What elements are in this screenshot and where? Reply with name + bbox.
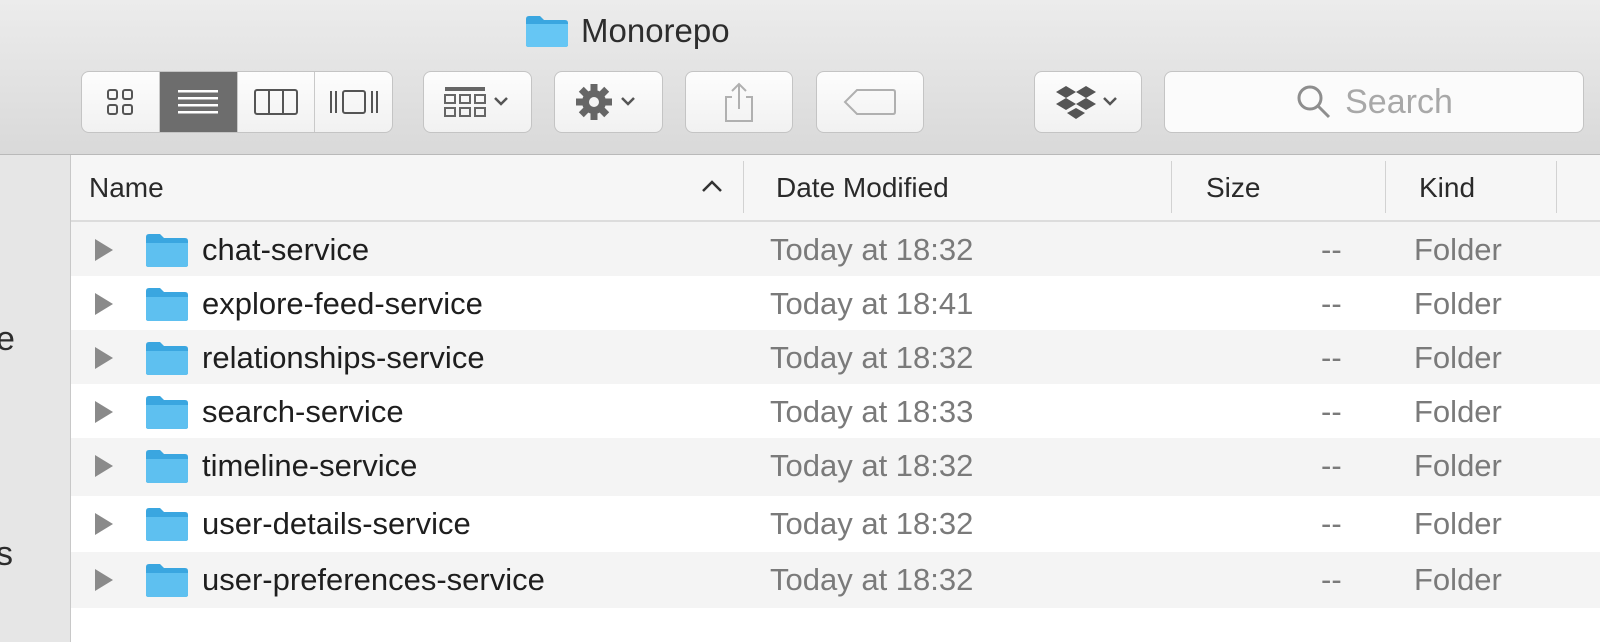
search-placeholder: Search: [1345, 82, 1453, 121]
search-field[interactable]: Search: [1164, 71, 1584, 133]
sidebar-item-fragment[interactable]: s: [0, 535, 13, 574]
cover-flow-view-button[interactable]: [315, 72, 392, 132]
folder-icon: [146, 564, 188, 597]
folder-icon: [526, 16, 568, 47]
disclosure-triangle-icon[interactable]: [95, 239, 113, 261]
folder-icon: [146, 342, 188, 375]
dropbox-button[interactable]: [1034, 71, 1142, 133]
file-list: chat-service Today at 18:32 -- Folder explor…: [71, 222, 1600, 608]
column-date-label: Date Modified: [776, 171, 949, 203]
disclosure-triangle-icon[interactable]: [95, 293, 113, 315]
window-title: Monorepo: [525, 12, 730, 50]
column-header-name[interactable]: Name: [89, 155, 729, 220]
folder-icon: [146, 234, 188, 267]
column-size-label: Size: [1206, 171, 1261, 203]
column-header: Name Date Modified Size Kind: [71, 155, 1600, 222]
column-separator[interactable]: [1556, 161, 1557, 213]
file-size: --: [1321, 286, 1342, 321]
column-view-button[interactable]: [238, 72, 316, 132]
file-kind: Folder: [1414, 340, 1502, 375]
column-header-date[interactable]: Date Modified: [776, 155, 949, 220]
date-modified: Today at 18:41: [770, 286, 974, 321]
action-button[interactable]: [554, 71, 663, 133]
file-kind: Folder: [1414, 506, 1502, 541]
folder-icon: [146, 508, 188, 541]
table-row[interactable]: timeline-service Today at 18:32 -- Folder: [71, 438, 1600, 496]
file-name: user-preferences-service: [202, 562, 545, 597]
table-row[interactable]: search-service Today at 18:33 -- Folder: [71, 384, 1600, 438]
icon-view-button[interactable]: [82, 72, 160, 132]
file-kind: Folder: [1414, 448, 1502, 483]
disclosure-triangle-icon[interactable]: [95, 455, 113, 477]
file-kind: Folder: [1414, 394, 1502, 429]
arrange-button[interactable]: [423, 71, 532, 133]
date-modified: Today at 18:32: [770, 340, 974, 375]
table-row[interactable]: user-details-service Today at 18:32 -- Fold…: [71, 496, 1600, 552]
column-header-kind[interactable]: Kind: [1419, 155, 1475, 220]
file-name: relationships-service: [202, 340, 485, 375]
window-title-text: Monorepo: [581, 12, 730, 49]
folder-icon: [146, 450, 188, 483]
list-view-icon: [178, 90, 219, 114]
date-modified: Today at 18:32: [770, 562, 974, 597]
toolbar: Monorepo Search: [0, 0, 1600, 155]
table-row[interactable]: explore-feed-service Today at 18:41 -- Fold…: [71, 276, 1600, 330]
column-name-label: Name: [89, 171, 164, 203]
list-view-button[interactable]: [159, 72, 238, 132]
disclosure-triangle-icon[interactable]: [95, 513, 113, 535]
date-modified: Today at 18:32: [770, 448, 974, 483]
file-name: explore-feed-service: [202, 286, 483, 321]
file-size: --: [1321, 448, 1342, 483]
file-size: --: [1321, 506, 1342, 541]
column-kind-label: Kind: [1419, 171, 1476, 203]
tag-icon: [843, 89, 896, 115]
sort-ascending-icon: [702, 180, 722, 192]
arrange-grid-icon: [443, 87, 508, 117]
file-kind: Folder: [1414, 286, 1502, 321]
date-modified: Today at 18:32: [770, 506, 974, 541]
column-separator[interactable]: [1385, 161, 1386, 213]
table-row[interactable]: relationships-service Today at 18:32 -- Fol…: [71, 330, 1600, 384]
folder-icon: [146, 288, 188, 321]
gear-icon: [575, 84, 635, 120]
table-row[interactable]: chat-service Today at 18:32 -- Folder: [71, 222, 1600, 276]
file-name: search-service: [202, 394, 404, 429]
folder-icon: [146, 396, 188, 429]
view-mode-control: [81, 71, 393, 133]
sidebar-item-fragment[interactable]: e: [0, 320, 15, 359]
file-name: user-details-service: [202, 506, 471, 541]
file-kind: Folder: [1414, 232, 1502, 267]
disclosure-triangle-icon[interactable]: [95, 347, 113, 369]
date-modified: Today at 18:33: [770, 394, 974, 429]
disclosure-triangle-icon[interactable]: [95, 401, 113, 423]
column-header-size[interactable]: Size: [1206, 155, 1260, 220]
file-name: chat-service: [202, 232, 370, 267]
share-icon: [725, 82, 753, 122]
column-view-icon: [253, 89, 298, 115]
icon-view-icon: [107, 89, 134, 115]
sidebar: e s: [0, 155, 71, 642]
file-kind: Folder: [1414, 562, 1502, 597]
share-button[interactable]: [685, 71, 793, 133]
file-size: --: [1321, 394, 1342, 429]
column-separator[interactable]: [1171, 161, 1172, 213]
column-separator[interactable]: [743, 161, 744, 213]
dropbox-icon: [1056, 86, 1117, 119]
date-modified: Today at 18:32: [770, 232, 974, 267]
table-row[interactable]: user-preferences-service Today at 18:32 --…: [71, 552, 1600, 608]
cover-flow-icon: [329, 90, 378, 114]
search-icon: [1297, 85, 1331, 119]
file-name: timeline-service: [202, 448, 418, 483]
file-size: --: [1321, 340, 1342, 375]
disclosure-triangle-icon[interactable]: [95, 569, 113, 591]
tag-button[interactable]: [816, 71, 924, 133]
file-size: --: [1321, 232, 1342, 267]
file-size: --: [1321, 562, 1342, 597]
